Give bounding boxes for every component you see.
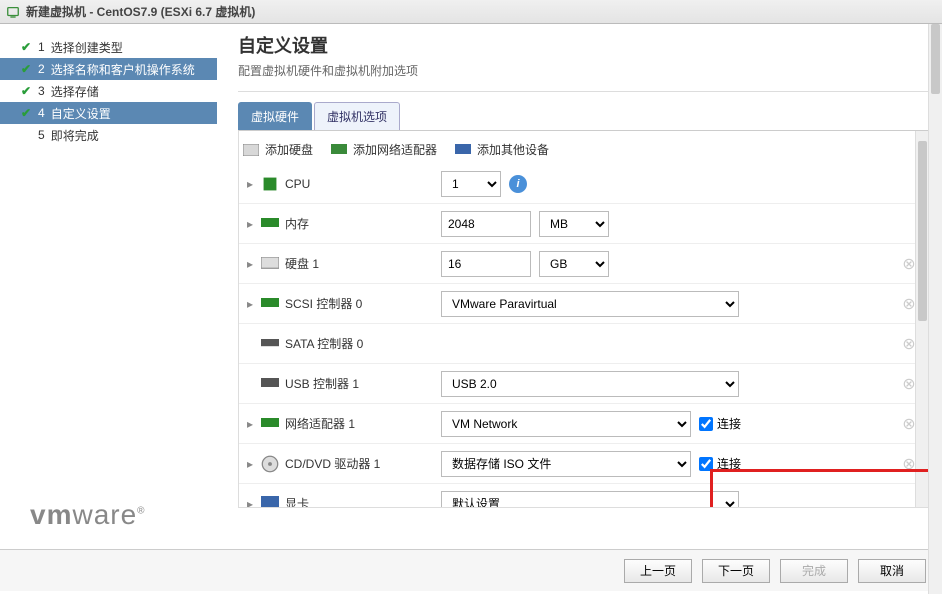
main-panel: 自定义设置 配置虚拟机硬件和虚拟机附加选项 虚拟硬件 虚拟机选项 添加硬盘 添加… — [218, 24, 942, 549]
row-disk: ▸硬盘 1 GB ⊗ — [239, 244, 929, 284]
wizard-sidebar: ✔1选择创建类型 ✔2选择名称和客户机操作系统 ✔3选择存储 ✔4自定义设置 5… — [0, 24, 218, 549]
tabs: 虚拟硬件 虚拟机选项 — [238, 102, 930, 130]
step-3[interactable]: ✔3选择存储 — [0, 80, 217, 102]
row-scsi: ▸SCSI 控制器 0 VMware Paravirtual ⊗ — [239, 284, 929, 324]
expand-icon[interactable]: ▸ — [245, 297, 255, 311]
cpu-select[interactable]: 1 — [441, 171, 501, 197]
disk-size-input[interactable] — [441, 251, 531, 277]
gpu-icon — [261, 497, 279, 508]
add-other-button[interactable]: 添加其他设备 — [455, 141, 549, 158]
row-memory: ▸内存 MB — [239, 204, 929, 244]
wizard-footer: 上一页 下一页 完成 取消 — [0, 549, 942, 591]
add-disk-button[interactable]: 添加硬盘 — [243, 141, 313, 158]
expand-icon[interactable]: ▸ — [245, 177, 255, 191]
cancel-button[interactable]: 取消 — [858, 559, 926, 583]
panel-scrollbar[interactable] — [915, 131, 929, 507]
step-4[interactable]: ✔4自定义设置 — [0, 102, 217, 124]
finish-button: 完成 — [780, 559, 848, 583]
memory-input[interactable] — [441, 211, 531, 237]
window-scrollbar[interactable] — [928, 24, 942, 594]
nic-icon — [331, 143, 347, 157]
usb-icon — [261, 377, 279, 391]
divider — [238, 91, 930, 92]
window-title: 新建虚拟机 - CentOS7.9 (ESXi 6.7 虚拟机) — [26, 3, 255, 20]
row-cpu: ▸CPU 1i — [239, 164, 929, 204]
check-icon: ✔ — [20, 62, 32, 76]
step-2[interactable]: ✔2选择名称和客户机操作系统 — [0, 58, 217, 80]
step-5[interactable]: 5即将完成 — [0, 124, 217, 146]
info-icon[interactable]: i — [509, 175, 527, 193]
titlebar: 新建虚拟机 - CentOS7.9 (ESXi 6.7 虚拟机) — [0, 0, 942, 24]
hardware-panel: 添加硬盘 添加网络适配器 添加其他设备 ▸CPU 1i ▸内存 MB ▸硬盘 1 — [238, 130, 930, 508]
nic-connect-checkbox[interactable]: 连接 — [699, 415, 741, 432]
page-heading: 自定义设置 — [238, 32, 930, 58]
hardware-toolbar: 添加硬盘 添加网络适配器 添加其他设备 — [239, 131, 929, 164]
next-button[interactable]: 下一页 — [702, 559, 770, 583]
cdrom-select[interactable]: 数据存储 ISO 文件 — [441, 451, 691, 477]
scsi-select[interactable]: VMware Paravirtual — [441, 291, 739, 317]
expand-icon[interactable]: ▸ — [245, 217, 255, 231]
hdd-icon — [261, 257, 279, 271]
tab-options[interactable]: 虚拟机选项 — [314, 102, 400, 130]
check-icon: ✔ — [20, 40, 32, 54]
nic-icon — [261, 417, 279, 431]
check-icon: ✔ — [20, 106, 32, 120]
expand-icon[interactable]: ▸ — [245, 457, 255, 471]
expand-icon[interactable]: ▸ — [245, 497, 255, 508]
scsi-icon — [261, 297, 279, 311]
row-cdrom: ▸CD/DVD 驱动器 1 数据存储 ISO 文件连接 ⊗ — [239, 444, 929, 484]
check-icon — [20, 128, 32, 142]
step-1[interactable]: ✔1选择创建类型 — [0, 36, 217, 58]
page-subtitle: 配置虚拟机硬件和虚拟机附加选项 — [238, 62, 930, 79]
usb-select[interactable]: USB 2.0 — [441, 371, 739, 397]
nic-select[interactable]: VM Network — [441, 411, 691, 437]
row-nic: ▸网络适配器 1 VM Network连接 ⊗ — [239, 404, 929, 444]
hdd-icon — [243, 143, 259, 157]
memory-icon — [261, 217, 279, 231]
disk-unit-select[interactable]: GB — [539, 251, 609, 277]
prev-button[interactable]: 上一页 — [624, 559, 692, 583]
cdrom-connect-checkbox[interactable]: 连接 — [699, 455, 741, 472]
row-sata: ▸SATA 控制器 0 ⊗ — [239, 324, 929, 364]
row-usb: ▸USB 控制器 1 USB 2.0 ⊗ — [239, 364, 929, 404]
tab-hardware[interactable]: 虚拟硬件 — [238, 102, 312, 130]
row-gpu: ▸显卡 默认设置 — [239, 484, 929, 507]
expand-icon[interactable]: ▸ — [245, 257, 255, 271]
expand-icon[interactable]: ▸ — [245, 417, 255, 431]
cpu-icon — [261, 177, 279, 191]
check-icon: ✔ — [20, 84, 32, 98]
gpu-select[interactable]: 默认设置 — [441, 491, 739, 508]
vmware-logo: vmware® — [30, 499, 146, 531]
add-nic-button[interactable]: 添加网络适配器 — [331, 141, 437, 158]
sata-icon — [261, 337, 279, 351]
cdrom-icon — [261, 457, 279, 471]
memory-unit-select[interactable]: MB — [539, 211, 609, 237]
device-icon — [455, 143, 471, 157]
vm-icon — [6, 5, 20, 19]
